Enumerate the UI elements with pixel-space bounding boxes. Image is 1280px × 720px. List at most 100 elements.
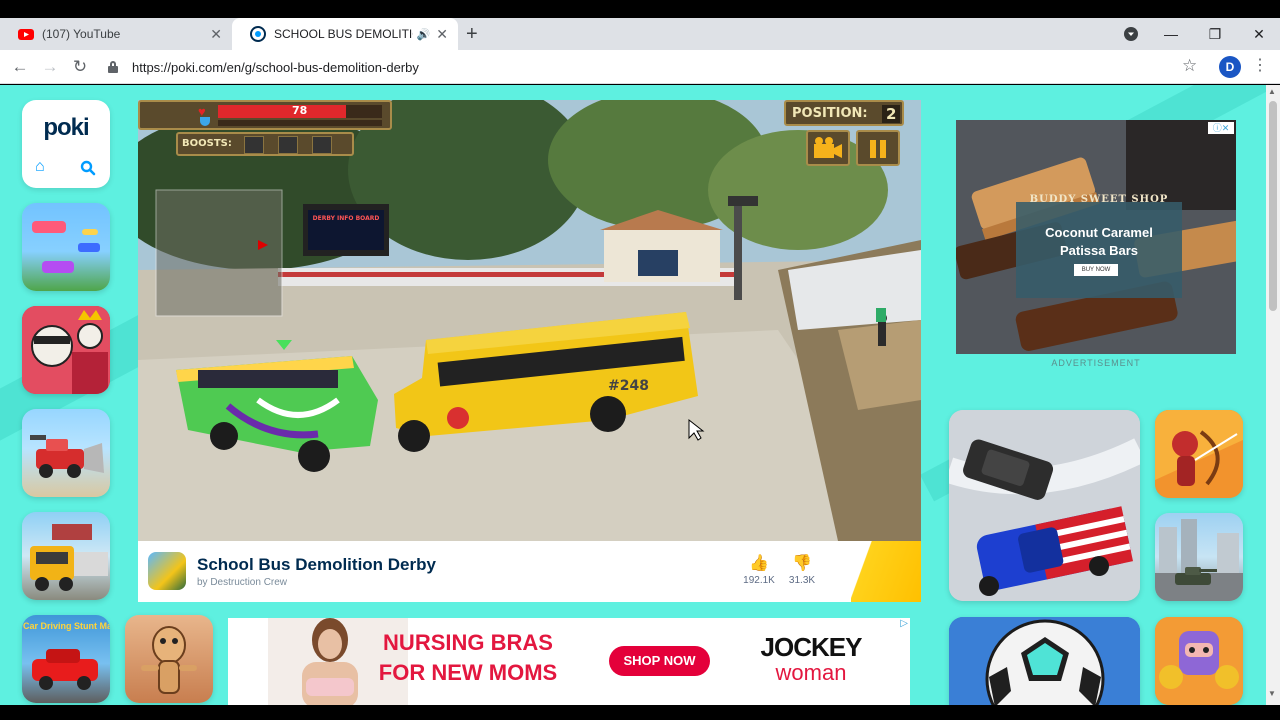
ad-brand: BUDDY SWEET SHOP [1029, 194, 1169, 205]
dislike-count: 31.3K [788, 575, 816, 586]
screen-text: DERBY INFO BOARD [313, 215, 380, 222]
ad-brand-woman: woman [775, 660, 847, 685]
yellow-corner-decoration [851, 541, 921, 602]
like-count: 192.1K [743, 575, 775, 586]
poki-logo[interactable]: poki [22, 114, 110, 142]
chevron-down-icon [1124, 27, 1138, 41]
game-tile-kick-buddy[interactable] [125, 615, 213, 703]
boosts-label: BOOSTS: [182, 138, 232, 149]
game-thumbnail [1155, 519, 1243, 601]
game-thumbnail [22, 306, 110, 394]
shield-bar [218, 120, 382, 126]
ad-headline-2: FOR NEW MOMS [378, 660, 558, 685]
close-tab-icon[interactable]: ✕ [210, 26, 222, 43]
poki-icon [250, 26, 266, 42]
minimize-button[interactable]: — [1149, 18, 1193, 50]
boost-slot [278, 136, 298, 154]
poki-logo-card: poki ⌂ [22, 100, 110, 188]
game-thumbnail [949, 617, 1140, 705]
boost-slot [312, 136, 332, 154]
tile-caption: City Car Driving Stunt Master [22, 621, 110, 631]
screen: (107) YouTube ✕ SCHOOL BUS DEMOLITION 🔊 … [0, 0, 1280, 720]
url-text: https://poki.com/en/g/school-bus-demolit… [132, 59, 419, 75]
boosts-panel: BOOSTS: [176, 132, 354, 156]
game-tile-truck[interactable] [22, 512, 110, 600]
game-thumbnail [1155, 617, 1243, 705]
game-tile-soccer-ball[interactable] [949, 617, 1140, 705]
close-tab-icon[interactable]: ✕ [436, 26, 448, 43]
restore-button[interactable]: ❐ [1193, 18, 1237, 50]
game-thumbnail [32, 221, 100, 273]
ad-label: ADVERTISEMENT [1051, 358, 1141, 368]
health-value: 78 [292, 104, 308, 117]
ad-banner-jockey[interactable]: NURSING BRAS FOR NEW MOMS SHOP NOW JOCKE… [228, 618, 910, 705]
pause-button[interactable] [856, 130, 900, 166]
health-panel: ♥ 78 [138, 100, 392, 130]
game-tile-snow-plow[interactable] [22, 409, 110, 497]
tab-title: (107) YouTube [42, 27, 121, 41]
profile-avatar[interactable]: D [1219, 56, 1241, 78]
youtube-icon [18, 29, 34, 40]
game-developer: by Destruction Crew [197, 577, 288, 588]
ad-banner-caramel[interactable]: BUDDY SWEET SHOP Coconut Caramel Patissa… [956, 120, 1236, 354]
pause-icon [870, 140, 886, 158]
shield-icon [200, 117, 210, 126]
menu-dots-icon[interactable]: ⋮ [1252, 55, 1268, 75]
position-label: POSITION: [792, 106, 868, 121]
close-window-button[interactable]: ✕ [1237, 18, 1280, 50]
position-value: 2 [882, 105, 901, 123]
search-icon[interactable] [80, 160, 96, 176]
home-icon[interactable]: ⌂ [35, 158, 45, 176]
thumbs-down-icon: 👎 [792, 555, 812, 572]
game-thumbnail [949, 410, 1140, 601]
like-button[interactable]: 👍 192.1K [739, 553, 779, 586]
game-thumbnail: City Car Driving Stunt Master [22, 621, 110, 690]
ad-brand-jockey: JOCKEY [760, 632, 863, 662]
boost-slot [244, 136, 264, 154]
toolbar: ← → ↻ https://poki.com/en/g/school-bus-d… [0, 50, 1280, 84]
ad-shop-now-button[interactable]: SHOP NOW [609, 646, 710, 676]
ad-buy-now-button[interactable]: BUY NOW [1074, 264, 1118, 276]
game-title: School Bus Demolition Derby [197, 555, 436, 574]
game-tile-flying-cars[interactable] [22, 203, 110, 291]
new-tab-button[interactable]: + [466, 22, 478, 46]
scroll-up-icon[interactable]: ▲ [1268, 87, 1276, 96]
game-tile-demolition-cars[interactable] [949, 410, 1140, 601]
page-scrollbar[interactable]: ▲ ▼ [1266, 85, 1280, 705]
game-tile-city-car-driving[interactable]: City Car Driving Stunt Master [22, 615, 110, 703]
ad-headline-1: NURSING BRAS [383, 630, 553, 655]
health-bar-fill [218, 105, 346, 118]
tab-youtube[interactable]: (107) YouTube ✕ [0, 18, 232, 50]
reload-icon[interactable]: ↻ [68, 56, 92, 78]
scroll-down-icon[interactable]: ▼ [1268, 689, 1276, 698]
game-canvas[interactable]: DERBY INFO BOARD #248 ♥ 78 BOOSTS: POSIT… [138, 100, 921, 541]
forward-arrow-icon[interactable]: → [38, 56, 62, 78]
tab-title: SCHOOL BUS DEMOLITION [274, 27, 413, 41]
game-info-bar: School Bus Demolition Derby by Destructi… [138, 541, 921, 602]
tab-search-button[interactable] [1109, 18, 1153, 50]
thumbs-up-icon: 👍 [749, 555, 769, 572]
game-tile-thief[interactable] [22, 306, 110, 394]
dislike-button[interactable]: 👎 31.3K [782, 553, 822, 586]
scrollbar-thumb[interactable] [1269, 101, 1277, 311]
ad-close-icon[interactable]: ⓘ✕ [1208, 122, 1234, 134]
ad-info-icon[interactable]: ▷ [900, 618, 908, 629]
game-tile-tank-city[interactable] [1155, 513, 1243, 601]
game-thumbnail [1155, 410, 1243, 498]
poki-page: poki ⌂ Car Driving Stunt Ma DERBY INFO B… [0, 85, 1266, 705]
bottom-letterbox [0, 705, 1280, 720]
game-thumbnail-small [148, 552, 186, 590]
game-thumbnail [30, 435, 104, 478]
tab-poki-game[interactable]: SCHOOL BUS DEMOLITION 🔊 ✕ [232, 18, 458, 50]
bookmark-star-icon[interactable]: ☆ [1182, 56, 1197, 76]
ad-headline: Coconut Caramel Patissa Bars [1045, 225, 1153, 258]
speaker-icon[interactable]: 🔊 [417, 28, 431, 41]
camera-button[interactable] [806, 130, 850, 166]
address-bar[interactable]: https://poki.com/en/g/school-bus-demolit… [108, 55, 1208, 79]
game-tile-archer[interactable] [1155, 410, 1243, 498]
tab-strip: (107) YouTube ✕ SCHOOL BUS DEMOLITION 🔊 … [0, 18, 1280, 50]
game-tile-hero-punch[interactable] [1155, 617, 1243, 705]
back-arrow-icon[interactable]: ← [8, 56, 32, 78]
lock-icon [108, 61, 118, 73]
position-panel: POSITION: 2 [784, 100, 904, 126]
